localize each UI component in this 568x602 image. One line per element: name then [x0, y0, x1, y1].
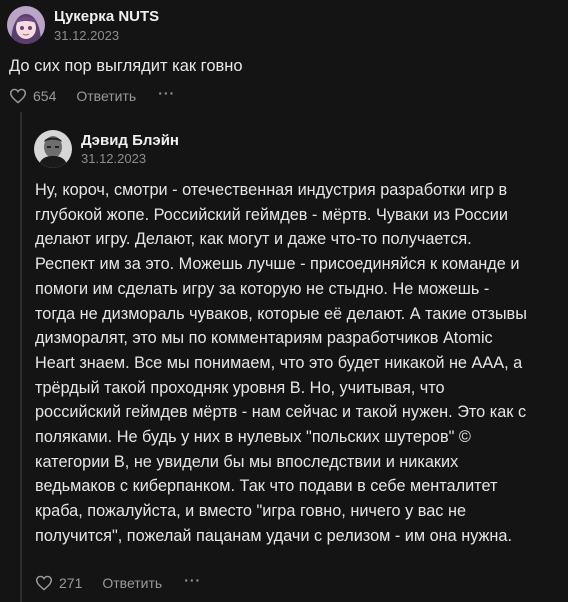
text-line: Heart знаем. Все мы понимаем, что это бу… [35, 353, 523, 372]
text-line: краба, пожалуйста, и вместо "игра говно,… [35, 502, 466, 521]
more-icon[interactable]: ··· [158, 85, 175, 101]
reply-date[interactable]: 31.12.2023 [81, 151, 146, 166]
text-line: категории B, не увидели бы мы впоследств… [35, 452, 459, 471]
text-line: Респект им за это. Можешь лучше - присое… [35, 255, 520, 274]
text-line: получится", пожелай пацанам удачи с рели… [35, 526, 513, 545]
comment-actions: 654 Ответить ··· [9, 85, 175, 104]
photo-avatar-icon [34, 130, 72, 168]
heart-icon [9, 88, 27, 104]
text-line: поляками. Не будь у них в нулевых "польс… [35, 428, 471, 447]
text-line: глубокой жопе. Российский геймдев - мёрт… [35, 205, 508, 224]
text-line: российский геймдев мёртв - нам сейчас и … [35, 403, 527, 422]
text-line: помоги им сделать игру за которую не сты… [35, 279, 490, 298]
reply-button[interactable]: Ответить [102, 575, 162, 591]
author-name[interactable]: Цукерка NUTS [54, 8, 159, 25]
text-line: делают игру. Делают, как могут и даже чт… [35, 230, 472, 249]
text-line: Ну, короч, смотри - отечественная индуст… [35, 181, 508, 199]
text-line: трёрдый такой проходняк уровня B. Но, уч… [35, 378, 445, 397]
like-button[interactable]: 654 [9, 88, 56, 104]
text-line: ведьмаков с киберпанком. Так что подави … [35, 477, 498, 496]
more-icon[interactable]: ··· [184, 572, 201, 588]
like-count: 271 [59, 575, 83, 591]
heart-icon [35, 575, 53, 591]
like-count: 654 [33, 88, 57, 104]
reply-button[interactable]: Ответить [76, 88, 136, 104]
reply-avatar[interactable] [34, 130, 72, 168]
reply-author-name[interactable]: Дэвид Блэйн [81, 132, 179, 149]
anime-avatar-icon [7, 6, 45, 44]
reply-text: Ну, короч, смотри - отечественная индуст… [35, 178, 555, 549]
text-line: дизморалят, это мы по комментариям разра… [35, 329, 493, 348]
text-line: тогда не дизмораль чуваков, которые её д… [35, 304, 527, 323]
comment-date[interactable]: 31.12.2023 [54, 28, 119, 43]
reply-actions: 271 Ответить ··· [35, 572, 201, 591]
comment-text: До сих пор выглядит как говно [9, 57, 243, 75]
like-button[interactable]: 271 [35, 575, 82, 591]
thread-line[interactable] [20, 112, 22, 602]
avatar[interactable] [7, 6, 45, 44]
